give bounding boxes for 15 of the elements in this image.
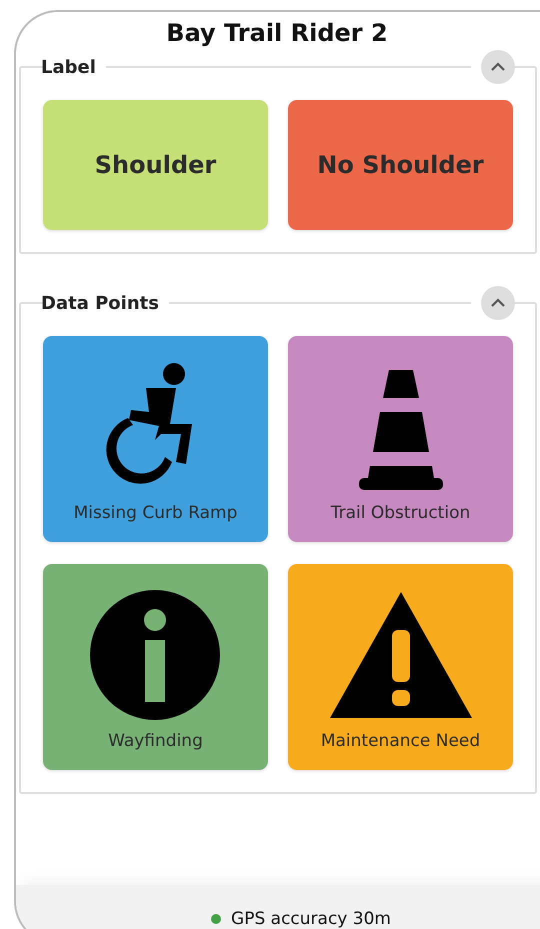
- data-point-button[interactable]: Maintenance Need: [288, 564, 513, 770]
- data-point-button[interactable]: Trail Obstruction: [288, 336, 513, 542]
- info-icon: [88, 588, 223, 722]
- gps-status: GPS accuracy 30m: [231, 909, 391, 929]
- label-button[interactable]: Shoulder: [43, 100, 268, 230]
- collapse-button[interactable]: [481, 50, 515, 84]
- app-title: Bay Trail Rider 2: [165, 18, 389, 49]
- label-button[interactable]: No Shoulder: [288, 100, 513, 230]
- data-point-button[interactable]: Wayfinding: [43, 564, 268, 770]
- chevron-up-icon: [490, 62, 506, 72]
- data-point-button[interactable]: Missing Curb Ramp: [43, 336, 268, 542]
- section-heading: Data Points: [41, 292, 160, 316]
- section-heading: Label: [41, 56, 97, 80]
- collapse-button[interactable]: [481, 286, 515, 320]
- chevron-up-icon: [490, 298, 506, 308]
